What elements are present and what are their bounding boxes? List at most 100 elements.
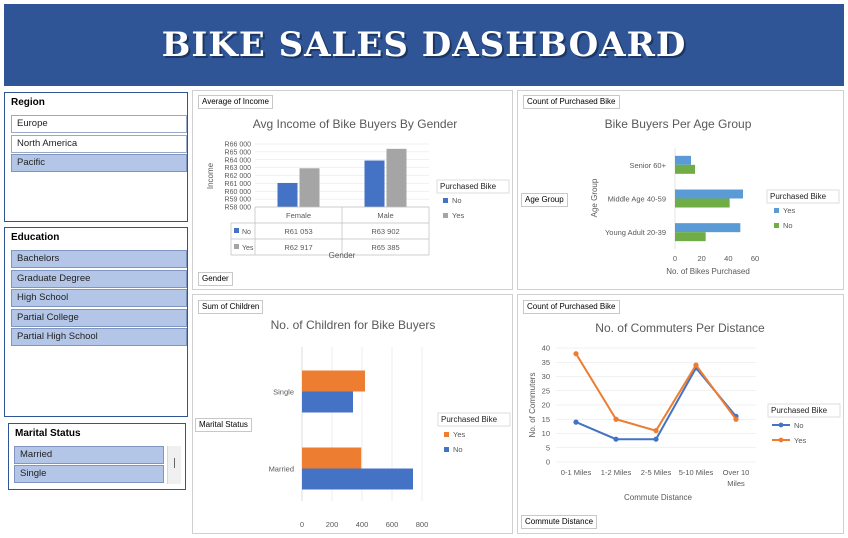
point-yes [613, 416, 619, 422]
bar-yes [675, 223, 741, 233]
chart-title: No. of Commuters Per Distance [595, 321, 765, 335]
education-item-partial-college[interactable]: Partial College [11, 309, 187, 327]
income-chart: Avg Income of Bike Buyers By Gender R66 0… [206, 117, 510, 260]
x-tick-label: Miles [727, 479, 745, 488]
education-item-partial-high-school[interactable]: Partial High School [11, 328, 187, 346]
y-tick-label: 5 [546, 443, 550, 452]
legend-key-no [443, 198, 448, 203]
scrollbar-thumb[interactable] [174, 458, 175, 468]
region-item-pacific[interactable]: Pacific [11, 154, 187, 172]
bar-yes [675, 155, 691, 165]
x-tick-label: 5-10 Miles [679, 468, 714, 477]
legend-title: Purchased Bike [441, 415, 498, 424]
legend-key-yes [444, 432, 449, 437]
y-tick-label: R59 000 [225, 197, 252, 204]
point-yes [573, 351, 579, 357]
education-item-bachelors[interactable]: Bachelors [11, 250, 187, 268]
x-tick-label: 400 [356, 520, 369, 529]
x-tick-label: Over 10 [723, 468, 750, 477]
education-slicer-title: Education [11, 232, 60, 243]
bar-yes [302, 447, 362, 469]
region-item-north-america[interactable]: North America [11, 135, 187, 153]
y-tick-label: 35 [542, 358, 550, 367]
point-yes [653, 428, 659, 434]
y-tick-label: 30 [542, 372, 550, 381]
commute-chart-panel: Count of Purchased Bike Commute Distance… [517, 294, 844, 534]
legend-marker-no [778, 422, 784, 428]
data-label: R63 902 [371, 227, 399, 236]
x-tick-label: 40 [724, 254, 732, 263]
legend-label-yes: Yes [452, 211, 464, 220]
education-item-graduate-degree[interactable]: Graduate Degree [11, 270, 187, 288]
table-legend-key [234, 228, 239, 233]
y-tick-label: Young Adult 20-39 [605, 228, 666, 237]
marital-slicer-scrollbar[interactable] [167, 446, 181, 484]
point-yes [693, 362, 699, 368]
commute-chart: No. of Commuters Per Distance 0 5 10 15 20 25 3… [528, 321, 841, 502]
y-axis-title: Age Group [590, 178, 599, 217]
legend-label-no: No [452, 196, 462, 205]
education-slicer: Education Bachelors Graduate Degree High… [4, 227, 188, 417]
y-tick-label: R60 000 [225, 189, 252, 196]
y-tick-label: R63 000 [225, 165, 252, 172]
legend-title: Purchased Bike [770, 192, 827, 201]
x-tick-label: 60 [751, 254, 759, 263]
bar-no [302, 468, 413, 490]
y-axis-title: Income [206, 162, 215, 189]
x-axis-title: No. of Bikes Purchased [666, 267, 750, 276]
legend-marker-yes [778, 437, 784, 443]
point-no [573, 419, 579, 425]
legend-label-no: No [453, 445, 463, 454]
x-tick-label: 600 [386, 520, 399, 529]
y-tick-label: R61 000 [225, 181, 252, 188]
point-no [653, 436, 659, 442]
children-chart: No. of Children for Bike Buyers 0 200 400 60… [269, 318, 511, 529]
education-item-high-school[interactable]: High School [11, 289, 187, 307]
y-tick-label: Single [273, 388, 294, 397]
bar-no-male [364, 160, 385, 207]
legend-key-no [444, 447, 449, 452]
y-tick-label: R65 000 [225, 149, 252, 156]
y-tick-label: Married [269, 465, 294, 474]
legend-key-no [774, 223, 779, 228]
bar-yes [675, 189, 743, 199]
y-tick-label: 25 [542, 386, 550, 395]
y-tick-label: Middle Age 40-59 [608, 195, 666, 204]
y-tick-label: R66 000 [225, 142, 252, 149]
bar-yes-male [386, 148, 407, 207]
data-label: R65 385 [371, 243, 399, 252]
table-series-label: No [242, 229, 251, 236]
x-axis-title: Gender [329, 251, 356, 260]
bar-no [675, 198, 730, 208]
region-slicer-title: Region [11, 97, 45, 108]
bar-yes-female [299, 168, 320, 207]
data-label: R62 917 [284, 243, 312, 252]
marital-item-married[interactable]: Married [14, 446, 164, 464]
marital-status-slicer: Marital Status Married Single [8, 423, 186, 490]
y-tick-label: 15 [542, 415, 550, 424]
dashboard-title: BIKE SALES DASHBOARD [161, 25, 687, 65]
y-tick-label: 10 [542, 429, 550, 438]
y-tick-label: R64 000 [225, 157, 252, 164]
y-tick-label: 40 [542, 344, 550, 353]
x-tick-label: 200 [326, 520, 339, 529]
x-tick-label: 0 [673, 254, 677, 263]
legend-label-yes: Yes [453, 430, 465, 439]
bar-no [302, 391, 353, 413]
y-tick-label: Senior 60+ [630, 161, 667, 170]
y-axis-title: No. of Commuters [528, 373, 537, 438]
marital-item-single[interactable]: Single [14, 465, 164, 483]
x-tick-label: 1-2 Miles [601, 468, 632, 477]
table-legend-key [234, 244, 239, 249]
x-tick-label: Female [286, 211, 311, 220]
x-tick-label: 0 [300, 520, 304, 529]
bar-yes [302, 370, 365, 392]
x-tick-label: 800 [416, 520, 429, 529]
bar-no [675, 232, 706, 242]
region-item-europe[interactable]: Europe [11, 115, 187, 133]
legend-title: Purchased Bike [440, 182, 497, 191]
x-tick-label: 0-1 Miles [561, 468, 592, 477]
y-tick-label: 0 [546, 458, 550, 467]
legend-label-yes: Yes [783, 206, 795, 215]
age-chart-panel: Count of Purchased Bike Age Group Bike B… [517, 90, 844, 290]
